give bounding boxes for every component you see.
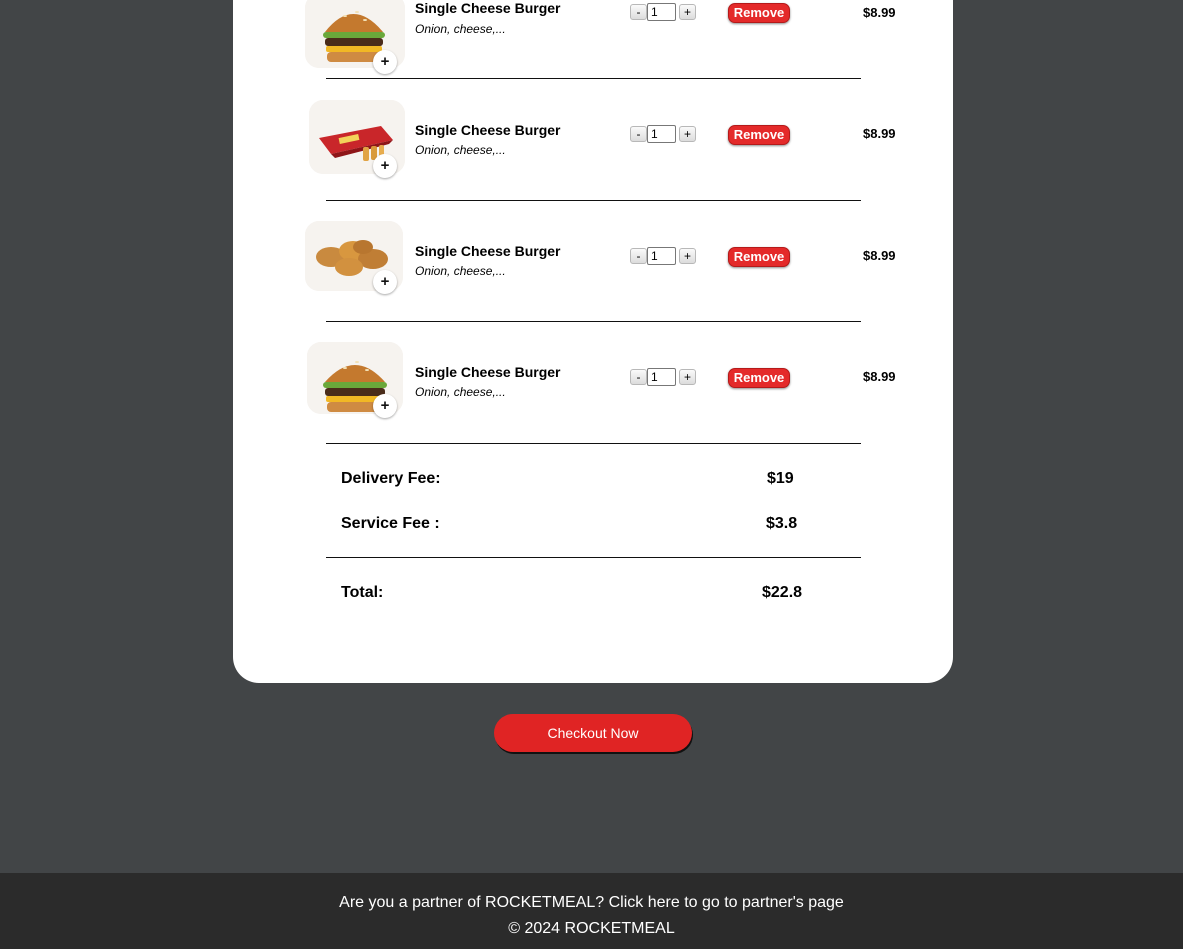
- item-name: Single Cheese Burger: [415, 122, 561, 138]
- quantity-input[interactable]: 1: [647, 3, 676, 21]
- service-fee-label: Service Fee :: [341, 515, 440, 532]
- quantity-increase-button[interactable]: +: [679, 248, 696, 264]
- item-name: Single Cheese Burger: [415, 364, 561, 380]
- cart-item: + Single Cheese Burger Onion, cheese,...…: [233, 221, 953, 301]
- total-label: Total:: [341, 584, 384, 601]
- item-name: Single Cheese Burger: [415, 243, 561, 259]
- checkout-button[interactable]: Checkout Now: [494, 714, 692, 752]
- add-image-plus-icon[interactable]: +: [373, 394, 397, 418]
- item-price: $8.99: [863, 126, 896, 141]
- cart-item: + Single Cheese Burger Onion, cheese,...…: [233, 0, 953, 74]
- delivery-fee-label: Delivery Fee:: [341, 470, 441, 487]
- quantity-decrease-button[interactable]: -: [630, 4, 647, 20]
- remove-button[interactable]: Remove: [728, 125, 790, 145]
- total-value: $22.8: [762, 584, 803, 601]
- item-price: $8.99: [863, 248, 896, 263]
- footer: Are you a partner of ROCKETMEAL? Click h…: [0, 873, 1183, 949]
- cart-item: + Single Cheese Burger Onion, cheese,...…: [233, 342, 953, 422]
- service-fee-value: $3.8: [766, 515, 798, 532]
- remove-button[interactable]: Remove: [728, 368, 790, 388]
- remove-button[interactable]: Remove: [728, 247, 790, 267]
- quantity-increase-button[interactable]: +: [679, 4, 696, 20]
- add-image-plus-icon[interactable]: +: [373, 154, 397, 178]
- item-description: Onion, cheese,...: [415, 143, 506, 157]
- add-image-plus-icon[interactable]: +: [373, 270, 397, 294]
- divider: [326, 78, 861, 79]
- divider: [326, 557, 861, 558]
- quantity-input[interactable]: 1: [647, 125, 676, 143]
- item-price: $8.99: [863, 369, 896, 384]
- divider: [326, 321, 861, 322]
- quantity-increase-button[interactable]: +: [679, 126, 696, 142]
- cart-panel: + Single Cheese Burger Onion, cheese,...…: [233, 0, 953, 683]
- partner-page-link[interactable]: Are you a partner of ROCKETMEAL? Click h…: [0, 894, 1183, 912]
- item-price: $8.99: [863, 5, 896, 20]
- remove-button[interactable]: Remove: [728, 3, 790, 23]
- quantity-decrease-button[interactable]: -: [630, 369, 647, 385]
- divider: [326, 443, 861, 444]
- quantity-decrease-button[interactable]: -: [630, 248, 647, 264]
- item-name: Single Cheese Burger: [415, 0, 561, 16]
- quantity-input[interactable]: 1: [647, 368, 676, 386]
- delivery-fee-value: $19: [767, 470, 794, 487]
- item-description: Onion, cheese,...: [415, 264, 506, 278]
- add-image-plus-icon[interactable]: +: [373, 50, 397, 74]
- quantity-input[interactable]: 1: [647, 247, 676, 265]
- copyright-text: © 2024 ROCKETMEAL: [508, 920, 675, 937]
- item-description: Onion, cheese,...: [415, 385, 506, 399]
- quantity-decrease-button[interactable]: -: [630, 126, 647, 142]
- cart-item: + Single Cheese Burger Onion, cheese,...…: [233, 100, 953, 180]
- item-description: Onion, cheese,...: [415, 22, 506, 36]
- divider: [326, 200, 861, 201]
- quantity-increase-button[interactable]: +: [679, 369, 696, 385]
